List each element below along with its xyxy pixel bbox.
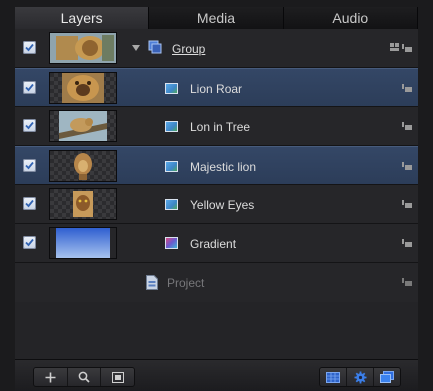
layer-row-gradient[interactable]: Gradient [15, 224, 418, 263]
image-layer-icon [165, 199, 178, 210]
layer-thumbnail [49, 72, 117, 104]
layer-row-group[interactable]: Group [15, 29, 418, 68]
layer-row-majestic-lion[interactable]: Majestic lion [15, 146, 418, 185]
tab-media[interactable]: Media [149, 7, 284, 29]
grid-icon[interactable] [320, 368, 347, 386]
footer-left-buttons [33, 367, 135, 387]
tab-layers[interactable]: Layers [15, 7, 150, 29]
layer-name: Lion Roar [190, 82, 243, 96]
layer-name: Yellow Eyes [190, 198, 255, 212]
layer-row-yellow-eyes[interactable]: Yellow Eyes [15, 185, 418, 224]
image-layer-icon [165, 121, 178, 132]
layers-footer [15, 359, 418, 391]
disclosure-triangle-icon[interactable] [132, 44, 140, 52]
layers-list: Group Lion Roar Lon in Tree Majestic lio… [15, 29, 418, 359]
lock-icon[interactable] [402, 162, 412, 170]
layer-enable-checkbox[interactable] [23, 119, 36, 132]
layer-row-lon-in-tree[interactable]: Lon in Tree [15, 107, 418, 146]
lock-icon[interactable] [402, 84, 412, 92]
lock-icon[interactable] [402, 200, 412, 208]
layer-thumbnail [49, 188, 117, 220]
layer-name: Lon in Tree [190, 120, 251, 134]
image-layer-icon [165, 161, 178, 172]
project-name: Project [167, 276, 205, 290]
layer-enable-checkbox[interactable] [23, 81, 36, 94]
layer-thumbnail [49, 110, 117, 142]
project-row[interactable]: Project [15, 263, 418, 302]
layer-thumbnail [49, 32, 117, 64]
layer-thumbnail [49, 227, 117, 259]
layer-enable-checkbox[interactable] [23, 159, 36, 172]
layer-name: Gradient [190, 237, 237, 251]
tab-audio[interactable]: Audio [283, 7, 418, 29]
project-icon [146, 275, 158, 290]
lock-icon[interactable] [402, 44, 412, 52]
layout-icon[interactable] [101, 368, 134, 386]
layer-row-lion-roar[interactable]: Lion Roar [15, 68, 418, 107]
lock-icon[interactable] [402, 278, 412, 286]
gear-icon[interactable] [347, 368, 374, 386]
lock-icon[interactable] [402, 122, 412, 130]
layer-enable-checkbox[interactable] [23, 236, 36, 249]
image-layer-icon [165, 83, 178, 94]
layer-enable-checkbox[interactable] [23, 41, 36, 54]
layer-name: Group [172, 42, 206, 56]
tab-bar: Layers Media Audio [15, 7, 418, 29]
windows-icon[interactable] [374, 368, 400, 386]
group-icon [148, 40, 162, 54]
lock-icon[interactable] [402, 239, 412, 247]
layer-enable-checkbox[interactable] [23, 197, 36, 210]
gradient-layer-icon [165, 237, 178, 249]
blend-icon[interactable] [390, 43, 400, 52]
footer-right-buttons [319, 367, 401, 387]
layer-thumbnail [49, 150, 117, 182]
layer-name: Majestic lion [190, 160, 257, 174]
search-icon[interactable] [68, 368, 102, 386]
add-icon[interactable] [34, 368, 68, 386]
